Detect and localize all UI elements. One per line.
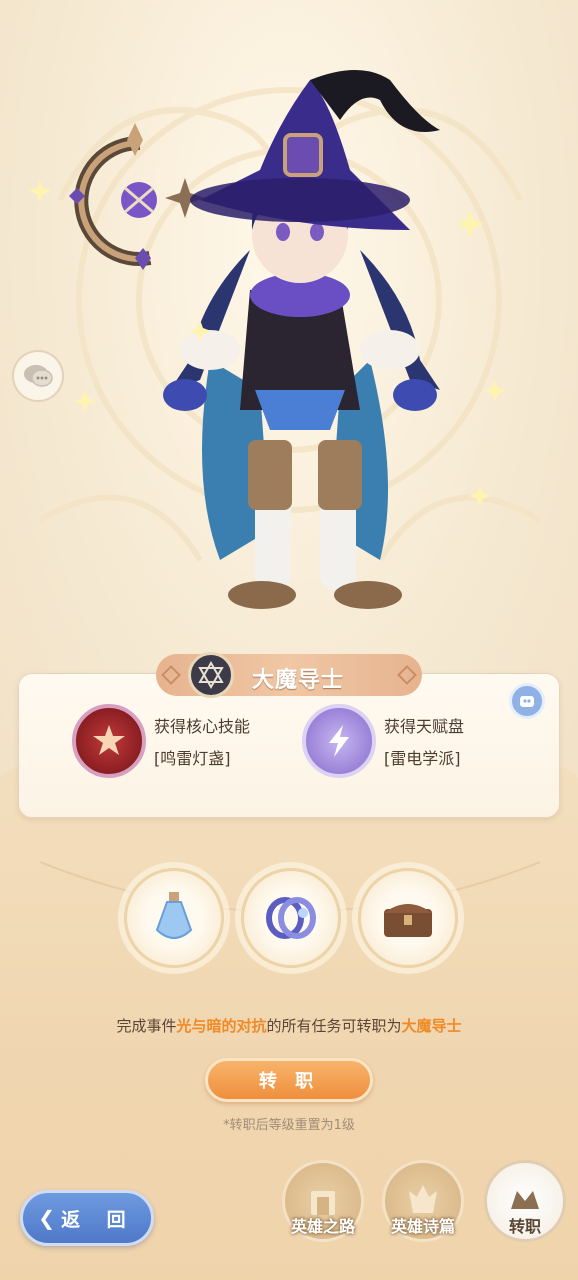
nav-hero-epic[interactable]: 英雄诗篇 (378, 1160, 468, 1252)
promote-button[interactable]: 转 职 (205, 1058, 373, 1102)
nav-promote[interactable]: 转职 (480, 1160, 570, 1252)
nav-label: 英雄之路 (290, 1217, 355, 1236)
detail-icon (520, 696, 534, 707)
chat-button[interactable] (12, 350, 64, 402)
thunder-talent-icon (302, 704, 376, 778)
class-detail-button[interactable] (509, 683, 545, 719)
level-reset-note: *转职后等级重置为1级 (223, 1118, 355, 1133)
task-middle: 的所有任务可转职为 (266, 1017, 402, 1035)
reward-talent-board[interactable]: 获得天赋盘 [雷电学派] (302, 704, 464, 778)
reward-item-potion[interactable] (124, 868, 224, 968)
back-label: 返 回 (61, 1208, 136, 1231)
nav-label: 转职 (508, 1217, 541, 1236)
class-name: 大魔导士 (252, 668, 345, 693)
task-target-class: 大魔导士 (401, 1017, 462, 1035)
potion-icon (155, 892, 193, 939)
class-emblem-icon (188, 652, 234, 698)
reward-title: 获得天赋盘 (384, 717, 465, 736)
back-button[interactable]: ❮ 返 回 (20, 1190, 154, 1246)
reward-value: [雷电学派] (384, 749, 461, 768)
reward-item-chest[interactable] (358, 868, 458, 968)
bracelet-icon (266, 897, 316, 939)
reward-title: 获得核心技能 (154, 717, 251, 736)
reward-value: [鸣雷灯盏] (154, 749, 231, 768)
back-arrow-icon: ❮ (38, 1206, 56, 1230)
skill-lantern-icon (72, 704, 146, 778)
nav-hero-road[interactable]: 英雄之路 (278, 1160, 368, 1252)
promotion-requirement: 完成事件光与暗的对抗的所有任务可转职为大魔导士 (0, 1015, 578, 1036)
task-event-link[interactable]: 光与暗的对抗 (176, 1017, 266, 1035)
mage-character-art (29, 70, 506, 609)
reward-core-skill[interactable]: 获得核心技能 [鸣雷灯盏] (72, 704, 250, 778)
nav-label: 英雄诗篇 (390, 1217, 455, 1236)
chest-icon (384, 904, 432, 937)
task-prefix: 完成事件 (116, 1017, 177, 1035)
chat-bubble-icon (24, 365, 53, 387)
reward-item-bracelet[interactable] (241, 868, 341, 968)
